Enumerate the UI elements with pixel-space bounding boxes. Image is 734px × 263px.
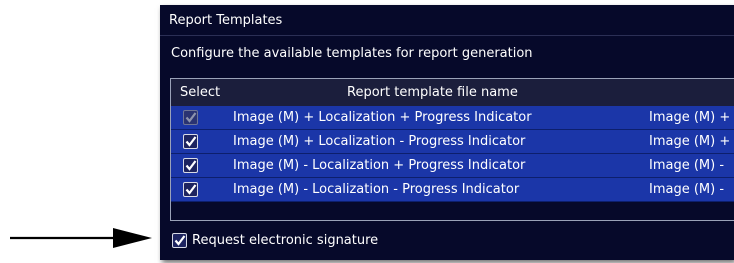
checkmark-icon (185, 160, 197, 171)
checkmark-icon (185, 136, 197, 147)
table-row[interactable]: Image (M) - Localization - Progress Indi… (171, 178, 734, 202)
table-row[interactable]: Image (M) + Localization + Progress Indi… (171, 106, 734, 130)
template-name: Image (M) - Localization - Progress Indi… (233, 182, 520, 197)
report-templates-panel: Report Templates Configure the available… (160, 5, 734, 260)
templates-table: Select Report template file name Image (… (170, 78, 734, 221)
column-header-select[interactable]: Select (180, 85, 220, 100)
template-name: Image (M) + Localization + Progress Indi… (233, 110, 532, 125)
table-row[interactable]: Image (M) - Localization + Progress Indi… (171, 154, 734, 178)
row-checkbox[interactable] (183, 158, 198, 173)
row-checkbox[interactable] (183, 110, 198, 125)
electronic-signature-label: Request electronic signature (192, 233, 379, 248)
column-header-file-name[interactable]: Report template file name (347, 85, 518, 100)
template-name: Image (M) + Localization - Progress Indi… (233, 134, 526, 149)
checkmark-icon (185, 112, 197, 123)
table-row[interactable]: Image (M) + Localization - Progress Indi… (171, 130, 734, 154)
checkmark-icon (174, 235, 186, 246)
electronic-signature-checkbox[interactable] (172, 233, 187, 248)
row-checkbox[interactable] (183, 182, 198, 197)
template-name: Image (M) - Localization + Progress Indi… (233, 158, 526, 173)
row-checkbox[interactable] (183, 134, 198, 149)
template-extra: Image (M) + (649, 110, 731, 125)
title-divider (160, 35, 734, 36)
checkmark-icon (185, 184, 197, 195)
panel-subtitle: Configure the available templates for re… (171, 46, 533, 61)
template-extra: Image (M) + (649, 134, 731, 149)
template-extra: Image (M) - (649, 158, 725, 173)
panel-title: Report Templates (169, 13, 283, 28)
template-extra: Image (M) - (649, 182, 725, 197)
pointer-arrow (10, 228, 152, 248)
table-header: Select Report template file name (171, 79, 734, 107)
